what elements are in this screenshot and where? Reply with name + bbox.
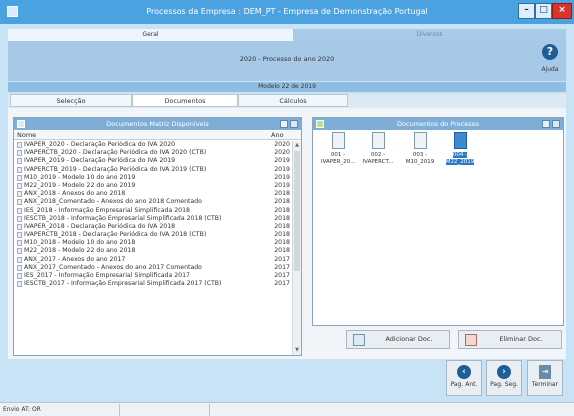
document-icon	[17, 182, 22, 189]
list-item[interactable]: M10_2018 - Modelo 10 do ano 2018 2018	[14, 239, 292, 247]
status-text: Envio AT: OR	[0, 404, 120, 416]
tab-diversos[interactable]: Diversos	[293, 29, 566, 41]
tab-geral[interactable]: Geral	[8, 29, 293, 41]
view-list-icon[interactable]	[290, 120, 298, 128]
list-item[interactable]: IVAPERCTB_2020 - Declaração Periódica do…	[14, 149, 292, 157]
document-icon	[17, 256, 22, 263]
close-button[interactable]: ×	[552, 3, 572, 19]
help-label[interactable]: Ajuda	[536, 66, 564, 73]
document-icon	[17, 264, 22, 271]
next-page-button[interactable]: › Pag. Seg.	[486, 360, 522, 396]
list-item[interactable]: IVAPER_2020 - Declaração Periódica do IV…	[14, 141, 292, 149]
list-item[interactable]: ANX_2018 - Anexos do ano 2018 2018	[14, 190, 292, 198]
document-icon	[17, 142, 22, 148]
document-icon	[17, 150, 22, 157]
remove-document-button[interactable]: Eliminar Doc.	[458, 330, 562, 349]
column-nome[interactable]: Nome	[17, 131, 217, 140]
modelo-title: Modelo 22 de 2019	[8, 82, 566, 92]
document-icon	[17, 232, 22, 239]
exit-button[interactable]: ⇥ Terminar	[527, 360, 563, 396]
list-item[interactable]: IVAPER_2019 - Declaração Periódica do IV…	[14, 157, 292, 165]
list-item[interactable]: ANX_2018_Comentado - Anexos do ano 2018 …	[14, 198, 292, 206]
sort-icon[interactable]	[280, 120, 288, 128]
check-icon[interactable]	[316, 120, 324, 128]
document-icon	[453, 132, 467, 149]
tab-seleccao[interactable]: Selecção	[10, 94, 132, 107]
process-document-item[interactable]: 003 - M10_2019	[403, 132, 437, 166]
add-document-icon	[353, 334, 365, 346]
tab-calculos[interactable]: Cálculos	[238, 94, 348, 107]
document-icon	[371, 132, 385, 149]
document-list-scrollbar[interactable]: ▲ ▼	[292, 141, 301, 355]
arrow-right-icon: ›	[497, 365, 511, 379]
document-icon	[413, 132, 427, 149]
list-item[interactable]: IESCTB_2018 - Informação Empresarial Sim…	[14, 215, 292, 223]
process-documents-header: Documentos do Processo	[313, 118, 563, 130]
remove-document-label: Eliminar Doc.	[499, 335, 543, 343]
document-icon	[17, 199, 22, 206]
process-document-item-selected[interactable]: 004 - M22_2019	[443, 132, 477, 166]
list-item[interactable]: IES_2017 - Informação Empresarial Simpli…	[14, 272, 292, 280]
document-icon	[17, 158, 22, 165]
list-item[interactable]: M10_2019 - Modelo 10 do ano 2019 2019	[14, 174, 292, 182]
list-item[interactable]: ANX_2017_Comentado - Anexos do ano 2017 …	[14, 264, 292, 272]
arrow-left-icon: ‹	[457, 365, 471, 379]
document-icon	[17, 273, 22, 279]
exit-door-icon: ⇥	[539, 365, 551, 379]
column-ano[interactable]: Ano	[271, 131, 291, 140]
document-icon	[17, 223, 22, 230]
view-list-icon[interactable]	[552, 120, 560, 128]
available-documents-panel: Documentos Matriz Disponíveis Nome Ano I…	[13, 117, 302, 356]
list-item[interactable]: IESCTB_2017 - Informação Empresarial Sim…	[14, 280, 292, 288]
process-document-item[interactable]: 002 - IVAPERCT...	[361, 132, 395, 166]
list-item[interactable]: M22_2018 - Modelo 22 do ano 2018 2018	[14, 247, 292, 255]
document-icon	[17, 191, 22, 198]
document-icon	[17, 215, 22, 222]
document-icon	[17, 174, 22, 181]
document-icon	[17, 248, 22, 255]
process-documents-title: Documentos do Processo	[397, 120, 479, 128]
list-item[interactable]: IES_2018 - Informação Empresarial Simpli…	[14, 207, 292, 215]
process-document-item[interactable]: 001 - IVAPER_20...	[321, 132, 355, 166]
list-item[interactable]: M22_2019 - Modelo 22 do ano 2019 2019	[14, 182, 292, 190]
window-title: Processos da Empresa : DEM_PT - Empresa …	[146, 7, 428, 16]
document-icon	[331, 132, 345, 149]
main-tabs: Geral Diversos	[8, 29, 566, 41]
minimize-button[interactable]: –	[518, 3, 535, 19]
document-icon	[17, 207, 22, 214]
status-bar: Envio AT: OR	[0, 402, 574, 416]
document-icon	[17, 281, 22, 288]
exit-label: Terminar	[531, 381, 559, 388]
available-documents-header: Documentos Matriz Disponíveis	[14, 118, 301, 130]
add-document-label: Adicionar Doc.	[385, 335, 433, 343]
document-list: IVAPER_2020 - Declaração Periódica do IV…	[14, 141, 292, 355]
tab-documentos[interactable]: Documentos	[132, 94, 238, 107]
panel-menu-icon[interactable]	[17, 120, 25, 128]
previous-page-button[interactable]: ‹ Pag. Ant.	[446, 360, 482, 396]
scrollbar-thumb[interactable]	[294, 151, 300, 271]
add-document-button[interactable]: Adicionar Doc.	[346, 330, 450, 349]
next-page-label: Pag. Seg.	[490, 381, 518, 388]
scroll-down-icon[interactable]: ▼	[293, 346, 301, 354]
list-item[interactable]: IVAPER_2018 - Declaração Periódica do IV…	[14, 223, 292, 231]
document-icon	[17, 166, 22, 173]
list-item[interactable]: IVAPERCTB_2018 - Declaração Periódica do…	[14, 231, 292, 239]
status-cell	[120, 404, 210, 416]
process-title: 2020 - Processo do ano 2020	[239, 55, 335, 63]
list-item[interactable]: IVAPERCTB_2019 - Declaração Periódica do…	[14, 166, 292, 174]
sort-icon[interactable]	[542, 120, 550, 128]
scroll-up-icon[interactable]: ▲	[293, 141, 301, 149]
document-icon	[17, 240, 22, 247]
maximize-button[interactable]: □	[535, 3, 552, 19]
title-bar: Processos da Empresa : DEM_PT - Empresa …	[0, 0, 574, 24]
available-documents-title: Documentos Matriz Disponíveis	[106, 120, 209, 128]
process-banner: 2020 - Processo do ano 2020	[8, 41, 566, 81]
list-item[interactable]: ANX_2017 - Anexos do ano 2017 2017	[14, 256, 292, 264]
remove-document-icon	[465, 334, 477, 346]
process-documents-panel: Documentos do Processo 001 - IVAPER_20..…	[312, 117, 564, 326]
help-icon[interactable]: ?	[542, 44, 558, 60]
previous-page-label: Pag. Ant.	[450, 381, 478, 388]
